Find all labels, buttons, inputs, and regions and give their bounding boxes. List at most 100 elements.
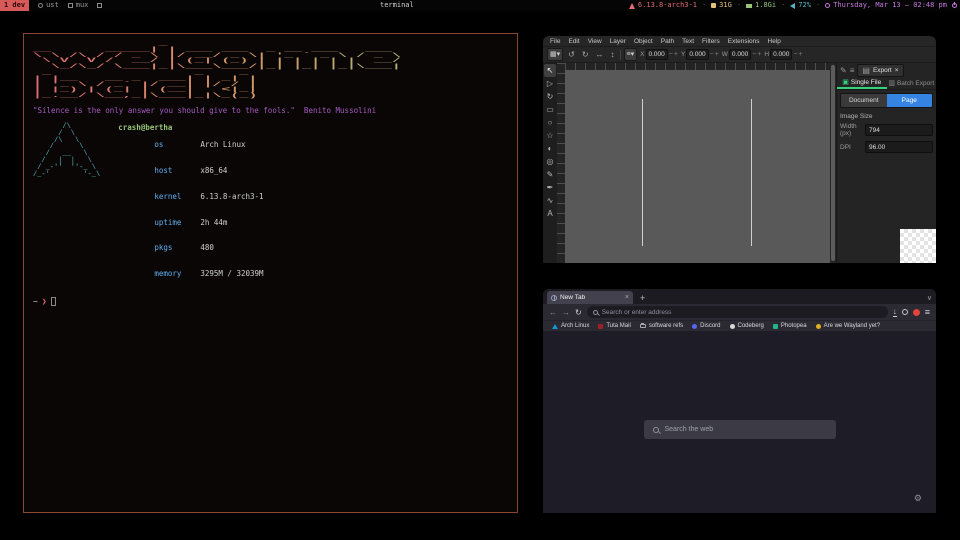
w-input[interactable]: 0.000 [729, 49, 751, 60]
fetch-row-host: hostx86_64 [118, 158, 263, 184]
menu-icon[interactable]: ≡ [925, 307, 930, 317]
personalize-gear-icon[interactable]: ⚙ [914, 493, 922, 504]
calligraphy-tool-icon[interactable]: ∿ [544, 194, 556, 207]
disk-module: 31G [711, 0, 732, 11]
close-dialog-icon[interactable]: × [895, 67, 899, 74]
shell-prompt[interactable]: ~ ❯ [33, 297, 508, 306]
browser-window[interactable]: New Tab × + ∨ ← → ↻ Search or enter addr… [543, 289, 936, 513]
page-guide-left[interactable] [642, 99, 643, 246]
search-placeholder: Search the web [665, 426, 714, 433]
bookmark-arch-linux[interactable]: Arch Linux [552, 323, 589, 329]
w-spin-minus[interactable]: − [752, 51, 756, 58]
single-file-tab[interactable]: ▣ Single File [837, 77, 887, 89]
star-tool-icon[interactable]: ☆ [544, 129, 556, 142]
selector-tool-icon[interactable]: ↖ [544, 64, 556, 77]
text-tool-icon[interactable]: A [544, 207, 556, 220]
export-dialog-tab[interactable]: ▤ Export × [857, 64, 903, 77]
flip-vertical-icon[interactable]: ↕ [609, 50, 617, 59]
web-search-box[interactable]: Search the web [644, 420, 836, 439]
workspace-mux[interactable]: mux [68, 0, 89, 11]
workspace-ust[interactable]: ust [38, 0, 59, 11]
tab-close-icon[interactable]: × [625, 294, 629, 301]
power-icon[interactable] [952, 3, 957, 8]
menu-filters[interactable]: Filters [698, 38, 724, 45]
box3d-tool-icon[interactable]: ◐ [544, 142, 556, 155]
h-spin-minus[interactable]: − [793, 51, 797, 58]
selection-mode-dropdown[interactable]: ▦▾ [547, 48, 563, 61]
fill-stroke-dialog-icon[interactable]: ✎ [840, 66, 847, 75]
rectangle-tool-icon[interactable]: ▭ [544, 103, 556, 116]
y-input[interactable]: 0.000 [686, 49, 708, 60]
memory-icon [746, 4, 752, 8]
width-input[interactable]: 794 [865, 124, 933, 136]
forward-icon[interactable]: → [562, 308, 570, 317]
menu-text[interactable]: Text [678, 38, 698, 45]
dpi-input[interactable]: 96.00 [865, 141, 933, 153]
export-mode-tabs: ▣ Single File ▥ Batch Export [837, 77, 936, 90]
active-tab[interactable]: New Tab × [547, 291, 633, 304]
pencil-tool-icon[interactable]: ✎ [544, 168, 556, 181]
inkscape-canvas[interactable] [565, 70, 830, 263]
workspace-active[interactable]: 1 dev [0, 0, 29, 11]
prompt-path: ~ [33, 297, 38, 306]
pen-tool-icon[interactable]: ✒ [544, 181, 556, 194]
menu-extensions[interactable]: Extensions [724, 38, 764, 45]
list-all-tabs-icon[interactable]: ∨ [927, 294, 932, 302]
scrollbar-thumb[interactable] [831, 65, 835, 261]
globe-favicon [551, 295, 557, 301]
align-dropdown[interactable]: ≡▾ [624, 48, 638, 61]
rotate-cw-icon[interactable]: ↻ [580, 50, 591, 59]
node-tool-icon[interactable]: ▷ [544, 77, 556, 90]
x-spin-plus[interactable]: + [674, 51, 678, 58]
x-spin-minus[interactable]: − [669, 51, 673, 58]
vertical-ruler [557, 63, 565, 263]
disk-icon [711, 3, 716, 8]
flip-horizontal-icon[interactable]: ↔ [594, 50, 606, 59]
menu-layer[interactable]: Layer [606, 38, 630, 45]
volume-module[interactable]: 72% [790, 0, 811, 11]
back-icon[interactable]: ← [549, 308, 557, 317]
kernel-module: 6.13.8-arch3-1 [629, 0, 697, 11]
fetch-row-os: osArch Linux [118, 133, 263, 159]
bookmark-photopea[interactable]: Photopea [773, 323, 807, 329]
account-icon[interactable] [902, 309, 908, 315]
ellipse-tool-icon[interactable]: ○ [544, 116, 556, 129]
menu-view[interactable]: View [584, 38, 606, 45]
bookmark-wayland[interactable]: Are we Wayland yet? [816, 323, 880, 329]
tab-title: New Tab [560, 294, 622, 301]
bookmark-discord[interactable]: Discord [692, 323, 720, 329]
y-spin-plus[interactable]: + [715, 51, 719, 58]
spiral-tool-icon[interactable]: ◎ [544, 155, 556, 168]
document-button[interactable]: Document [841, 94, 887, 107]
inkscape-window[interactable]: File Edit View Layer Object Path Text Fi… [543, 36, 936, 263]
menu-object[interactable]: Object [630, 38, 657, 45]
reload-icon[interactable]: ↻ [575, 308, 582, 317]
page-button[interactable]: Page [887, 94, 933, 107]
terminal-window[interactable]: _ __ _____| | ___ ___ _ __ ___ ___ \ \ /… [23, 33, 518, 513]
x-input[interactable]: 0.000 [646, 49, 668, 60]
menu-edit[interactable]: Edit [564, 38, 583, 45]
bookmark-tuta-mail[interactable]: Tuta Mail [598, 323, 630, 329]
extension-red-icon[interactable] [913, 309, 920, 316]
layers-dialog-icon[interactable]: ≡ [850, 66, 855, 75]
menu-help[interactable]: Help [764, 38, 785, 45]
export-icon: ▤ [862, 66, 870, 75]
page-guide-right[interactable] [751, 99, 752, 246]
workspace-empty[interactable] [97, 3, 102, 8]
y-spin-minus[interactable]: − [710, 51, 714, 58]
h-input[interactable]: 0.000 [770, 49, 792, 60]
batch-export-tab[interactable]: ▥ Batch Export [887, 77, 937, 89]
w-spin-plus[interactable]: + [757, 51, 761, 58]
downloads-icon[interactable]: ↓ [893, 308, 897, 317]
menu-path[interactable]: Path [657, 38, 678, 45]
new-tab-button[interactable]: + [640, 293, 645, 303]
rotate-ccw-icon[interactable]: ↺ [566, 50, 577, 59]
tweak-tool-icon[interactable]: ↻ [544, 90, 556, 103]
h-spin-plus[interactable]: + [798, 51, 802, 58]
new-tab-page: Search the web ⚙ [543, 331, 936, 513]
arch-ascii-logo: /\ / \ /\ \ / \ / __ \ / | | \ / _-'' ''… [33, 124, 100, 287]
bookmark-codeberg[interactable]: Codeberg [730, 323, 764, 329]
url-bar[interactable]: Search or enter address [587, 306, 888, 318]
bookmark-software-refs[interactable]: software refs [640, 323, 683, 329]
menu-file[interactable]: File [546, 38, 564, 45]
